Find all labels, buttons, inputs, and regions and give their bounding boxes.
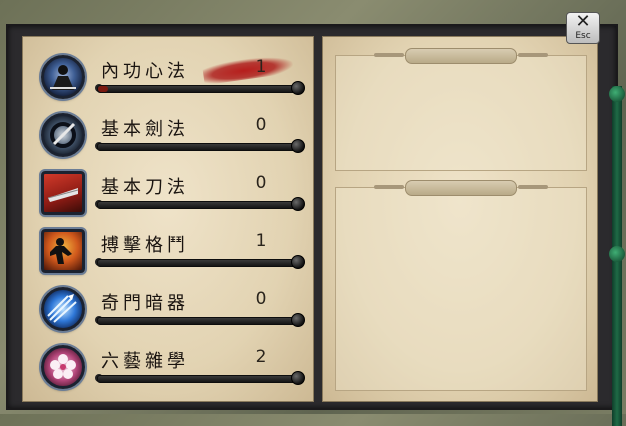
progress-knob bbox=[291, 255, 305, 269]
skill-level: 0 bbox=[255, 289, 267, 309]
skill-level: 1 bbox=[255, 231, 267, 251]
flower-icon bbox=[41, 345, 85, 389]
skill-name: 搏擊格鬥 bbox=[101, 235, 189, 256]
sword-slash-icon bbox=[41, 113, 85, 157]
close-button[interactable]: ✕ Esc bbox=[566, 12, 600, 44]
skill-progress-bar bbox=[97, 259, 297, 267]
bookmark-bead bbox=[609, 246, 625, 262]
skill-list-page: 內功心法 1 基本劍法 0 基本刀法 0 搏擊格鬥 1 奇門暗器 0 六藝雜學 … bbox=[22, 36, 314, 402]
skill-row-blade[interactable]: 基本刀法 0 bbox=[23, 167, 315, 223]
panel-ornament bbox=[374, 180, 548, 196]
skill-row-hidden-weapon[interactable]: 奇門暗器 0 bbox=[23, 283, 315, 339]
skill-name: 六藝雜學 bbox=[101, 351, 189, 372]
skill-name: 奇門暗器 bbox=[101, 293, 189, 314]
skill-progress-bar bbox=[97, 143, 297, 151]
meditation-icon bbox=[41, 55, 85, 99]
bookmark-bead bbox=[609, 86, 625, 102]
blood-splash-decoration bbox=[202, 52, 294, 86]
close-button-label: Esc bbox=[575, 31, 591, 41]
skill-progress-bar bbox=[97, 201, 297, 209]
skill-row-martial[interactable]: 搏擊格鬥 1 bbox=[23, 225, 315, 281]
skill-row-arts[interactable]: 六藝雜學 2 bbox=[23, 341, 315, 397]
close-icon: ✕ bbox=[575, 11, 591, 32]
skill-level: 0 bbox=[255, 173, 267, 193]
skill-effects-panel bbox=[335, 180, 587, 391]
skill-name: 內功心法 bbox=[101, 61, 189, 82]
skill-name: 基本劍法 bbox=[101, 119, 189, 140]
progress-knob bbox=[291, 197, 305, 211]
skill-level: 2 bbox=[255, 347, 267, 367]
skill-row-sword[interactable]: 基本劍法 0 bbox=[23, 109, 315, 165]
bookmark-ribbon bbox=[609, 86, 625, 426]
skill-name: 基本刀法 bbox=[101, 177, 189, 198]
progress-knob bbox=[291, 81, 305, 95]
skill-book-window: 內功心法 1 基本劍法 0 基本刀法 0 搏擊格鬥 1 奇門暗器 0 六藝雜學 … bbox=[6, 24, 625, 426]
blade-icon bbox=[41, 171, 85, 215]
skill-progress-bar bbox=[97, 85, 297, 93]
skill-row-neigong[interactable]: 內功心法 1 bbox=[23, 51, 315, 107]
progress-knob bbox=[291, 139, 305, 153]
martial-arts-icon bbox=[41, 229, 85, 273]
skill-progress-bar bbox=[97, 317, 297, 325]
skill-description-panel bbox=[335, 48, 587, 171]
panel-ornament bbox=[374, 48, 548, 64]
hidden-weapon-icon bbox=[41, 287, 85, 331]
progress-knob bbox=[291, 371, 305, 385]
skill-progress-bar bbox=[97, 375, 297, 383]
skill-progress-fill bbox=[98, 86, 108, 92]
skill-level: 0 bbox=[255, 115, 267, 135]
skill-detail-page bbox=[322, 36, 598, 402]
skill-level: 1 bbox=[255, 57, 267, 77]
progress-knob bbox=[291, 313, 305, 327]
